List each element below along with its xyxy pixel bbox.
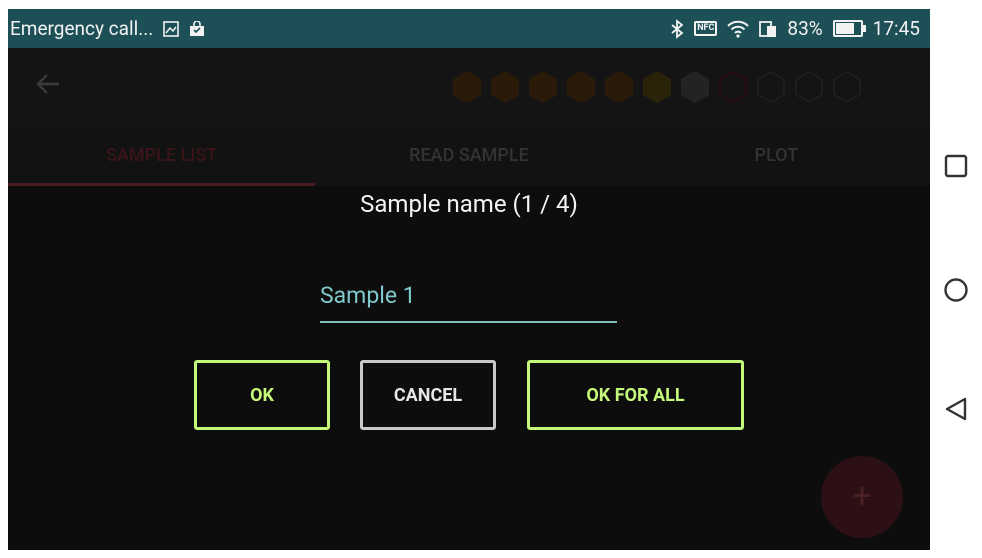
ok-for-all-button[interactable]: OK FOR ALL bbox=[527, 360, 744, 430]
bluetooth-icon bbox=[670, 18, 684, 39]
arrow-left-icon[interactable] bbox=[36, 72, 60, 102]
hexagon-indicator-icon bbox=[491, 70, 519, 104]
tab-bar: SAMPLE LIST READ SAMPLE PLOT bbox=[8, 128, 930, 186]
hexagon-indicator-icon bbox=[681, 70, 709, 104]
clock-time: 17:45 bbox=[872, 17, 920, 40]
hexagon-indicator-icon bbox=[567, 70, 595, 104]
hexagon-indicator-icon bbox=[795, 70, 823, 104]
cancel-button[interactable]: CANCEL bbox=[360, 360, 496, 430]
navigation-bar bbox=[930, 0, 982, 558]
hexagon-indicator-icon bbox=[605, 70, 633, 104]
add-fab-button[interactable]: + bbox=[821, 456, 903, 538]
tab-plot[interactable]: PLOT bbox=[623, 128, 930, 186]
hexagon-indicator-icon bbox=[643, 70, 671, 104]
progress-hexagons bbox=[452, 70, 862, 104]
status-bar: Emergency call... NFC 83% 17:45 bbox=[8, 9, 930, 48]
shopping-bag-icon bbox=[189, 20, 205, 37]
circle-icon[interactable] bbox=[930, 277, 982, 303]
screen: Emergency call... NFC 83% 17:45 SAMPLE L… bbox=[8, 9, 930, 550]
battery-icon bbox=[832, 20, 866, 37]
tab-read-sample[interactable]: READ SAMPLE bbox=[315, 128, 622, 186]
battery-percent: 83% bbox=[787, 17, 823, 40]
hexagon-indicator-icon bbox=[833, 70, 861, 104]
dialog-title: Sample name (1 / 4) bbox=[360, 190, 578, 218]
sim-icon bbox=[759, 20, 777, 38]
hexagon-indicator-icon bbox=[757, 70, 785, 104]
sample-name-input[interactable] bbox=[320, 275, 617, 323]
hexagon-indicator-icon bbox=[529, 70, 557, 104]
image-icon bbox=[163, 20, 180, 37]
nfc-icon: NFC bbox=[694, 21, 718, 36]
notification-title: Emergency call... bbox=[10, 17, 154, 40]
hexagon-indicator-icon bbox=[453, 70, 481, 104]
toolbar bbox=[8, 48, 930, 128]
ok-button[interactable]: OK bbox=[194, 360, 330, 430]
hexagon-indicator-icon bbox=[719, 70, 747, 104]
tab-sample-list[interactable]: SAMPLE LIST bbox=[8, 128, 316, 186]
square-icon[interactable] bbox=[930, 154, 982, 178]
triangle-back-icon[interactable] bbox=[930, 396, 982, 422]
wifi-icon bbox=[727, 20, 750, 38]
